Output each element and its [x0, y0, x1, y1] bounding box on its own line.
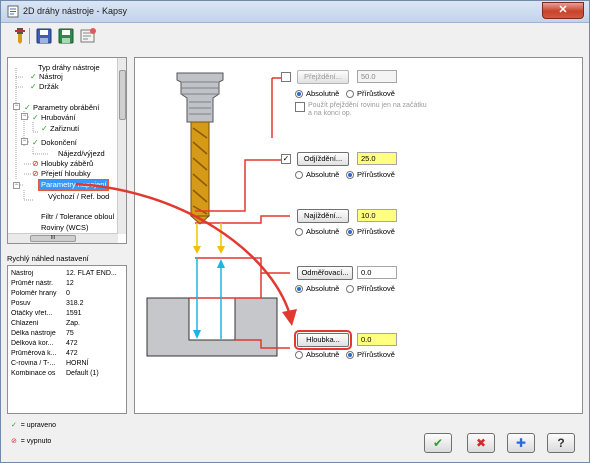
- stock-incremental-radio[interactable]: [346, 285, 354, 293]
- tree-item-holder[interactable]: ✓ Držák: [30, 82, 59, 92]
- tree-item-cutting-params[interactable]: ✓ Parametry obrábění: [24, 103, 99, 113]
- depth-absolute-radio[interactable]: [295, 351, 303, 359]
- expander-finishing[interactable]: −: [21, 138, 28, 145]
- tool-icon[interactable]: [11, 27, 29, 45]
- depth-incremental-radio[interactable]: [346, 351, 354, 359]
- depth-absolute-label: Absolutně: [306, 350, 340, 359]
- tree-item-arc-filter[interactable]: Filtr / Tolerance obloul: [41, 212, 114, 222]
- clearance-absolute-radio[interactable]: [295, 90, 303, 98]
- retract-absolute-label: Absolutně: [306, 170, 340, 179]
- feed-absolute-radio[interactable]: [295, 228, 303, 236]
- tree-horizontal-scrollbar[interactable]: III: [8, 233, 118, 243]
- stock-incremental-label: Přírůstkově: [357, 284, 395, 293]
- clearance-start-end-note: Použít přejždění rovinu jen na začátku a…: [308, 102, 427, 117]
- settings-icon[interactable]: [79, 27, 97, 45]
- ok-button[interactable]: ✔: [424, 433, 452, 453]
- save-icon[interactable]: [35, 27, 53, 45]
- preview-row: Posuv 318.2: [11, 300, 84, 307]
- depth-incremental-label: Přírůstkově: [357, 350, 395, 359]
- disabled-icon: ⊘: [32, 169, 39, 178]
- help-button[interactable]: ?: [547, 433, 575, 453]
- tree-item-roughing[interactable]: ✓ Hrubování: [32, 113, 76, 123]
- expander-roughing[interactable]: −: [21, 113, 28, 120]
- scroll-thumb[interactable]: III: [30, 235, 76, 242]
- legend-disabled: ⊘ = vypnuto: [11, 438, 52, 445]
- check-icon: ✓: [11, 422, 17, 429]
- clearance-button[interactable]: Přejždění...: [297, 70, 349, 84]
- apply-add-button[interactable]: ✚: [507, 433, 535, 453]
- feed-plane-input[interactable]: 10.0: [357, 209, 397, 222]
- depth-input[interactable]: 0.0: [357, 333, 397, 346]
- expander-cutting-params[interactable]: −: [13, 103, 20, 110]
- depth-button[interactable]: Hloubka...: [294, 330, 352, 350]
- clearance-checkbox[interactable]: [281, 72, 291, 82]
- scroll-thumb[interactable]: [119, 70, 126, 120]
- preview-row: C-rovina / T-... HORNÍ: [11, 360, 89, 367]
- preview-row: Průměr nástr. 12: [11, 280, 74, 287]
- preview-row: Délková kor... 472: [11, 340, 78, 347]
- top-of-stock-button[interactable]: Odměřovací...: [297, 266, 353, 280]
- preview-row: Délka nástroje 75: [11, 330, 74, 337]
- tree-vertical-scrollbar[interactable]: [117, 58, 126, 234]
- clearance-start-end-checkbox[interactable]: [295, 102, 305, 112]
- retract-incremental-label: Přírůstkově: [357, 170, 395, 179]
- clearance-input[interactable]: 50.0: [357, 70, 397, 83]
- preview-title: Rychlý náhled nastavení: [7, 254, 89, 263]
- toolbar: [5, 25, 585, 47]
- tree-item-lead-in-out[interactable]: Nájezd/výjezd: [58, 149, 105, 159]
- clearance-incremental-radio[interactable]: [346, 90, 354, 98]
- clearance-incremental-label: Přírůstkově: [357, 89, 395, 98]
- tree-item-break-through[interactable]: ⊘ Přejetí hloubky: [32, 169, 91, 179]
- toolbar-separator: [29, 28, 30, 44]
- tree-item-finishing[interactable]: ✓ Dokončení: [32, 138, 77, 148]
- retract-absolute-radio[interactable]: [295, 171, 303, 179]
- tree-item-planes[interactable]: Roviny (WCS): [41, 223, 89, 233]
- retract-button[interactable]: Odjíždění...: [297, 152, 349, 166]
- left-pane: − − − − Typ dráhy nástroje ✓ Nástroj ✓ Drž…: [7, 57, 127, 414]
- save-all-icon[interactable]: [57, 27, 75, 45]
- close-button[interactable]: ✕: [542, 2, 584, 19]
- feed-absolute-label: Absolutně: [306, 227, 340, 236]
- check-icon: ✓: [41, 124, 48, 133]
- tree-item-depth-cuts[interactable]: ⊘ Hloubky záběrů: [32, 159, 93, 169]
- disabled-icon: ⊘: [32, 159, 39, 168]
- retract-checkbox[interactable]: ✓: [281, 154, 291, 164]
- tree-item-linking-params[interactable]: Parametry napojení: [37, 179, 110, 191]
- feed-incremental-label: Přírůstkově: [357, 227, 395, 236]
- tree-item-entry[interactable]: ✓ Zařiznutí: [41, 124, 79, 134]
- preview-row: Průměrová k... 472: [11, 350, 78, 357]
- preview-row: Nástroj 12. FLAT END...: [11, 270, 117, 277]
- tree-item-tool[interactable]: ✓ Nástroj: [30, 72, 63, 82]
- check-icon: ✓: [32, 113, 39, 122]
- check-icon: ✓: [30, 72, 37, 81]
- dialog-window: 2D dráhy nástroje - Kapsy ✕ − − − − Typ …: [0, 0, 590, 463]
- preview-row: Otáčky vřet... 1591: [11, 310, 82, 317]
- cancel-button[interactable]: ✖: [467, 433, 495, 453]
- window-title: 2D dráhy nástroje - Kapsy: [23, 6, 128, 16]
- preview-row: Poloměr hrany 0: [11, 290, 70, 297]
- parameter-tree[interactable]: − − − − Typ dráhy nástroje ✓ Nástroj ✓ Drž…: [7, 57, 127, 244]
- check-icon: ✓: [32, 138, 39, 147]
- preview-row: Kombinace os Default (1): [11, 370, 99, 377]
- disabled-icon: ⊘: [11, 438, 17, 445]
- preview-row: Chlazení Zap.: [11, 320, 81, 327]
- check-icon: ✓: [30, 82, 37, 91]
- check-icon: ✓: [24, 103, 31, 112]
- stock-absolute-label: Absolutně: [306, 284, 340, 293]
- retract-incremental-radio[interactable]: [346, 171, 354, 179]
- retract-input[interactable]: 25.0: [357, 152, 397, 165]
- feed-plane-button[interactable]: Najíždění...: [297, 209, 349, 223]
- feed-incremental-radio[interactable]: [346, 228, 354, 236]
- linking-params-panel: Přejždění... 50.0 Absolutně Přírůstkově …: [134, 57, 583, 414]
- preview-panel: Nástroj 12. FLAT END... Průměr nástr. 12 P…: [7, 265, 127, 414]
- expander-linking[interactable]: −: [13, 182, 20, 189]
- legend-modified: ✓ = upraveno: [11, 422, 56, 429]
- app-icon: [7, 5, 19, 18]
- title-bar: 2D dráhy nástroje - Kapsy ✕: [1, 1, 589, 23]
- tree-item-home-ref[interactable]: Výchozí / Ref. bod: [48, 192, 109, 202]
- top-of-stock-input[interactable]: 0.0: [357, 266, 397, 279]
- clearance-absolute-label: Absolutně: [306, 89, 340, 98]
- stock-absolute-radio[interactable]: [295, 285, 303, 293]
